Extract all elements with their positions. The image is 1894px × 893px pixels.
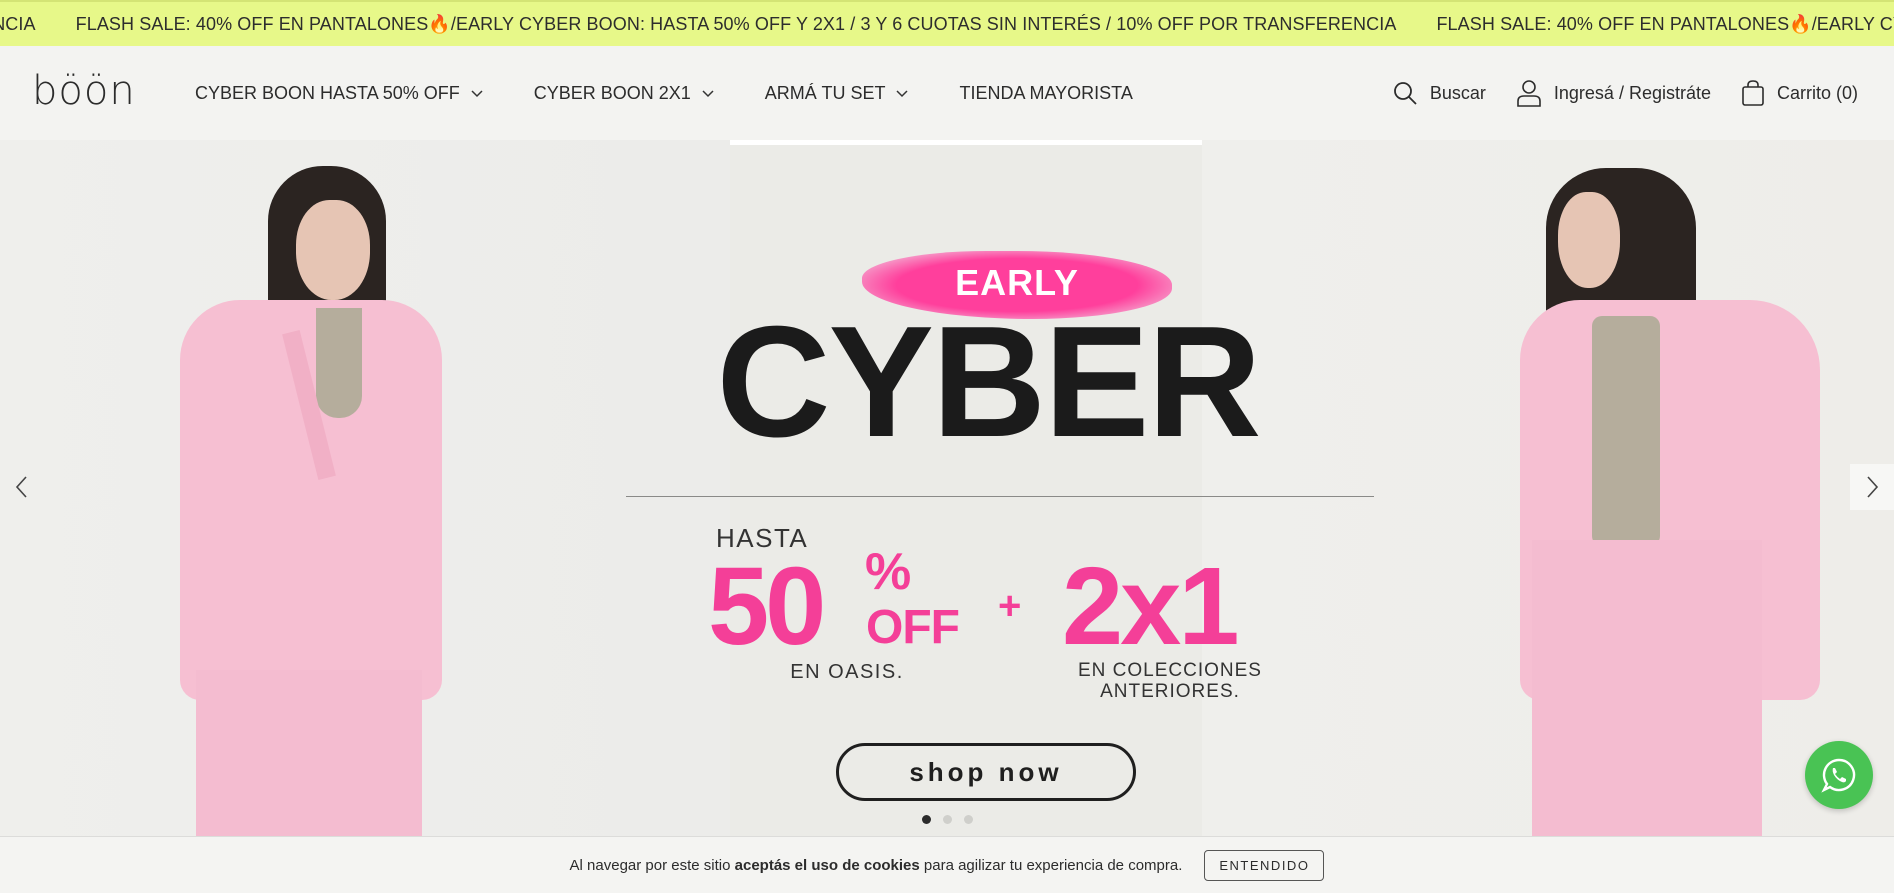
model-pants: [1532, 540, 1762, 836]
hero-center-topline: [730, 140, 1202, 145]
model-top: [1592, 316, 1660, 546]
announcement-message: RENCIA: [0, 13, 36, 34]
hero-image-left: [0, 140, 730, 836]
hero-center-panel: [730, 140, 1202, 836]
cookie-text-before: Al navegar por este sitio: [569, 856, 735, 874]
chevron-left-icon: [15, 476, 27, 498]
nav-item-label: CYBER BOON HASTA 50% OFF: [195, 82, 460, 103]
model-face: [1558, 192, 1620, 288]
nav-item-cyber-2x1[interactable]: CYBER BOON 2X1: [534, 83, 715, 104]
promo-discount-off: OFF: [866, 601, 960, 654]
nav-item-label: CYBER BOON 2X1: [533, 82, 691, 103]
hero-slider: EARLY CYBER HASTA 50 % OFF + 2x1 EN OASI…: [0, 140, 1894, 836]
chevron-down-icon: [471, 90, 483, 98]
shop-now-button[interactable]: shop now: [836, 743, 1136, 801]
header-utilities: Buscar Ingresá / Registráte Carrito (0): [1362, 46, 1858, 140]
announcement-message: FLASH SALE: 40% OFF EN PANTALONES🔥/EARLY…: [1436, 13, 1894, 34]
cart-button[interactable]: Carrito (0): [1741, 79, 1858, 107]
promo-sub-left: EN OASIS.: [790, 661, 904, 683]
nav-item-label: ARMÁ TU SET: [764, 82, 886, 103]
search-button[interactable]: Buscar: [1392, 80, 1486, 106]
slider-dots: [922, 815, 985, 824]
hero-divider: [626, 496, 1374, 497]
model-face: [296, 200, 370, 300]
promo-sub-right-line1: EN COLECCIONES: [1078, 660, 1262, 681]
cart-label: Carrito (0): [1776, 82, 1858, 103]
cookie-accept-button[interactable]: ENTENDIDO: [1204, 849, 1325, 881]
promo-plus: +: [998, 584, 1022, 628]
slider-dot-3[interactable]: [964, 815, 973, 824]
whatsapp-button[interactable]: [1805, 741, 1873, 809]
slider-dot-2[interactable]: [943, 815, 952, 824]
chevron-down-icon: [896, 90, 909, 98]
nav-item-tienda-mayorista[interactable]: TIENDA MAYORISTA: [959, 83, 1132, 104]
cookie-text-bold: aceptás el uso de cookies: [734, 856, 920, 874]
search-label: Buscar: [1429, 82, 1486, 103]
promo-sub-right-line2: ANTERIORES.: [1100, 681, 1240, 702]
hero-headline: CYBER: [716, 294, 1261, 470]
account-label: Ingresá / Registráte: [1553, 82, 1711, 103]
cookie-text: Al navegar por este sitio aceptás el uso…: [570, 857, 1183, 874]
chevron-down-icon: [702, 90, 714, 98]
bag-icon: [1742, 80, 1764, 106]
announcement-track: RENCIA FLASH SALE: 40% OFF EN PANTALONES…: [0, 2, 1894, 46]
announcement-message: FLASH SALE: 40% OFF EN PANTALONES🔥/EARLY…: [75, 13, 1397, 34]
announcement-bar: RENCIA FLASH SALE: 40% OFF EN PANTALONES…: [0, 0, 1894, 46]
site-header: böön CYBER BOON HASTA 50% OFF CYBER BOON…: [0, 46, 1894, 140]
nav-item-arma-tu-set[interactable]: ARMÁ TU SET: [765, 83, 910, 104]
model-pants: [196, 670, 422, 836]
user-icon: [1517, 80, 1541, 107]
cookie-banner: Al navegar por este sitio aceptás el uso…: [0, 836, 1894, 893]
account-button[interactable]: Ingresá / Registráte: [1516, 79, 1711, 107]
nav-item-cyber-50-off[interactable]: CYBER BOON HASTA 50% OFF: [195, 83, 484, 104]
promo-discount-percent: %: [865, 543, 912, 601]
logo[interactable]: böön: [32, 68, 136, 114]
model-jacket: [180, 300, 442, 700]
promo-2x1: 2x1: [1062, 545, 1240, 668]
slider-next-button[interactable]: [1850, 464, 1894, 510]
promo-sub-right: EN COLECCIONES ANTERIORES.: [1070, 660, 1270, 702]
nav-item-label: TIENDA MAYORISTA: [959, 82, 1133, 103]
whatsapp-icon: [1821, 758, 1856, 793]
promo-discount-number: 50: [708, 545, 826, 668]
slider-dot-1[interactable]: [922, 815, 931, 824]
search-icon: [1393, 82, 1417, 105]
slider-prev-button[interactable]: [0, 464, 44, 510]
chevron-right-icon: [1867, 476, 1879, 498]
cookie-text-after: para agilizar tu experiencia de compra.: [919, 856, 1183, 874]
main-nav: CYBER BOON HASTA 50% OFF CYBER BOON 2X1 …: [195, 46, 1183, 140]
hero-image-right: [1202, 140, 1894, 836]
model-top: [316, 308, 362, 418]
